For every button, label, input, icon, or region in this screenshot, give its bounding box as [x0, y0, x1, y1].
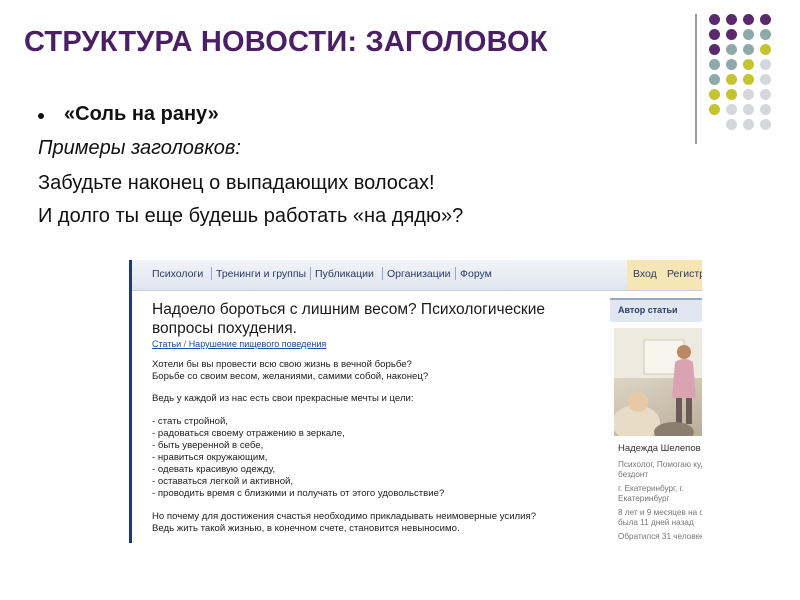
article-text-line: Борьбе со своим весом, желаниями, самими… — [152, 371, 429, 382]
author-stats: Обратился 31 человек — [618, 532, 702, 541]
decorative-dot — [709, 44, 720, 55]
article-list-item: - радоваться своему отражению в зеркале, — [152, 428, 345, 439]
decorative-dot — [726, 29, 737, 40]
author-sidebar: Автор статьи Надежда Шелепов Психолог, П… — [610, 298, 702, 543]
article-text-line: Ведь жить такой жизнью, в конечном счете… — [152, 523, 460, 534]
sidebar-header: Автор статьи — [610, 298, 702, 322]
nav-item-forum[interactable]: Форум — [460, 268, 492, 280]
decorative-dot — [760, 119, 771, 130]
article-text-line: Ведь у каждой из нас есть свои прекрасны… — [152, 393, 414, 404]
article-list-item: - оставаться легкой и активной, — [152, 476, 294, 487]
decorative-dot — [743, 29, 754, 40]
decorative-dot — [743, 89, 754, 100]
author-photo[interactable] — [614, 328, 702, 436]
article-list-item: - проводить время с близкими и получать … — [152, 488, 445, 499]
decorative-dot — [743, 74, 754, 85]
decorative-dot — [760, 59, 771, 70]
decorative-dot — [709, 59, 720, 70]
login-area: Вход Регистр — [627, 260, 702, 290]
author-info-line: бездонт — [618, 470, 649, 479]
author-location: Екатеринбург — [618, 494, 670, 503]
article-list-item: - одевать красивую одежду, — [152, 464, 276, 475]
author-activity: 8 лет и 9 месяцев на с — [618, 508, 702, 517]
decorative-dot — [709, 74, 720, 85]
decorative-dot — [709, 29, 720, 40]
author-photo-image — [614, 328, 702, 436]
decorative-dot — [743, 14, 754, 25]
article-list-item: - нравиться окружающим, — [152, 452, 268, 463]
nav-item-organizations[interactable]: Организации — [387, 268, 451, 280]
decorative-dot — [760, 44, 771, 55]
nav-separator — [211, 267, 212, 280]
divider-line — [695, 14, 697, 144]
author-name[interactable]: Надежда Шелепов — [618, 443, 701, 454]
breadcrumb-articles[interactable]: Статьи — [152, 339, 181, 349]
login-link[interactable]: Вход — [633, 268, 657, 280]
decorative-dot — [709, 14, 720, 25]
decorative-dot — [709, 104, 720, 115]
decorative-dot — [760, 14, 771, 25]
slide-title: СТРУКТУРА НОВОСТИ: ЗАГОЛОВОК — [24, 26, 548, 58]
breadcrumb: Статьи / Нарушение пищевого поведения — [152, 339, 327, 349]
breadcrumb-category[interactable]: Нарушение пищевого поведения — [189, 339, 327, 349]
decorative-dot — [760, 89, 771, 100]
decorative-dot — [743, 104, 754, 115]
register-link[interactable]: Регистр — [667, 268, 702, 280]
site-navigation: Психологи Тренинги и группы Публикации О… — [132, 260, 702, 291]
decorative-dot — [760, 74, 771, 85]
website-screenshot: Психологи Тренинги и группы Публикации О… — [129, 260, 702, 543]
bullet-dot-icon — [38, 113, 44, 119]
sidebar-heading: Автор статьи — [618, 305, 678, 315]
example-headline-1: Забудьте наконец о выпадающих волосах! — [38, 172, 435, 194]
article-list-item: - быть уверенной в себе, — [152, 440, 264, 451]
article-title: Надоело бороться с лишним весом? Психоло… — [152, 301, 545, 337]
nav-item-publications[interactable]: Публикации — [315, 268, 374, 280]
decorative-dot-grid — [709, 14, 799, 134]
decorative-dot — [726, 104, 737, 115]
nav-separator — [310, 267, 311, 280]
decorative-dot — [760, 29, 771, 40]
decorative-dot — [726, 14, 737, 25]
decorative-dot — [726, 59, 737, 70]
decorative-dot — [726, 74, 737, 85]
nav-separator — [382, 267, 383, 280]
author-location: г. Екатеринбург, г. — [618, 484, 684, 493]
article-text-line: Но почему для достижения счастья необход… — [152, 511, 537, 522]
decorative-dot — [726, 119, 737, 130]
examples-label: Примеры заголовков: — [38, 137, 241, 159]
decorative-dot — [743, 59, 754, 70]
nav-item-trainings[interactable]: Тренинги и группы — [216, 268, 306, 280]
article-list-item: - стать стройной, — [152, 416, 229, 427]
nav-item-psychologists[interactable]: Психологи — [152, 268, 203, 280]
example-headline-2: И долго ты еще будешь работать «на дядю»… — [38, 205, 464, 227]
author-info-line: Психолог, Помогаю куд — [618, 460, 702, 469]
decorative-dot — [726, 89, 737, 100]
decorative-dot — [743, 119, 754, 130]
decorative-dot — [760, 104, 771, 115]
decorative-dot — [743, 44, 754, 55]
bullet-headline: «Соль на рану» — [64, 103, 219, 125]
author-activity: была 11 дней назад — [618, 518, 694, 527]
decorative-dot — [709, 89, 720, 100]
nav-separator — [455, 267, 456, 280]
article-text-line: Хотели бы вы провести всю свою жизнь в в… — [152, 359, 412, 370]
decorative-dot — [726, 44, 737, 55]
